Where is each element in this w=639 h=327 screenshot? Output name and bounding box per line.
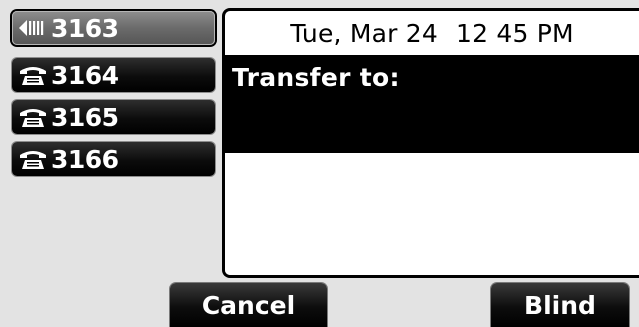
line-key-3166[interactable]: 3166	[12, 142, 215, 176]
line-key-3163[interactable]: 3163	[12, 11, 215, 45]
blind-transfer-button[interactable]: Blind	[491, 283, 629, 327]
line-key-number: 3163	[51, 13, 119, 43]
phone-screen: 3163 3164 3165 3166 Tue, Mar 24 12 45 PM…	[0, 0, 639, 327]
line-key-number: 3166	[51, 144, 119, 174]
transfer-prompt-band: Transfer to:	[225, 55, 639, 153]
active-call-icon	[16, 15, 50, 41]
phone-handset-icon	[16, 104, 50, 130]
date-label: Tue, Mar 24	[290, 18, 438, 48]
transfer-number-field[interactable]	[225, 153, 639, 275]
transfer-display: Tue, Mar 24 12 45 PM Transfer to:	[222, 8, 639, 278]
transfer-prompt-label: Transfer to:	[232, 63, 400, 92]
line-key-3164[interactable]: 3164	[12, 58, 215, 92]
line-key-number: 3164	[51, 60, 119, 90]
line-key-number: 3165	[51, 102, 119, 132]
phone-handset-icon	[16, 62, 50, 88]
status-bar: Tue, Mar 24 12 45 PM	[225, 11, 639, 55]
line-key-3165[interactable]: 3165	[12, 100, 215, 134]
cancel-button[interactable]: Cancel	[170, 283, 327, 327]
phone-handset-icon	[16, 146, 50, 172]
time-label: 12 45 PM	[455, 18, 574, 48]
